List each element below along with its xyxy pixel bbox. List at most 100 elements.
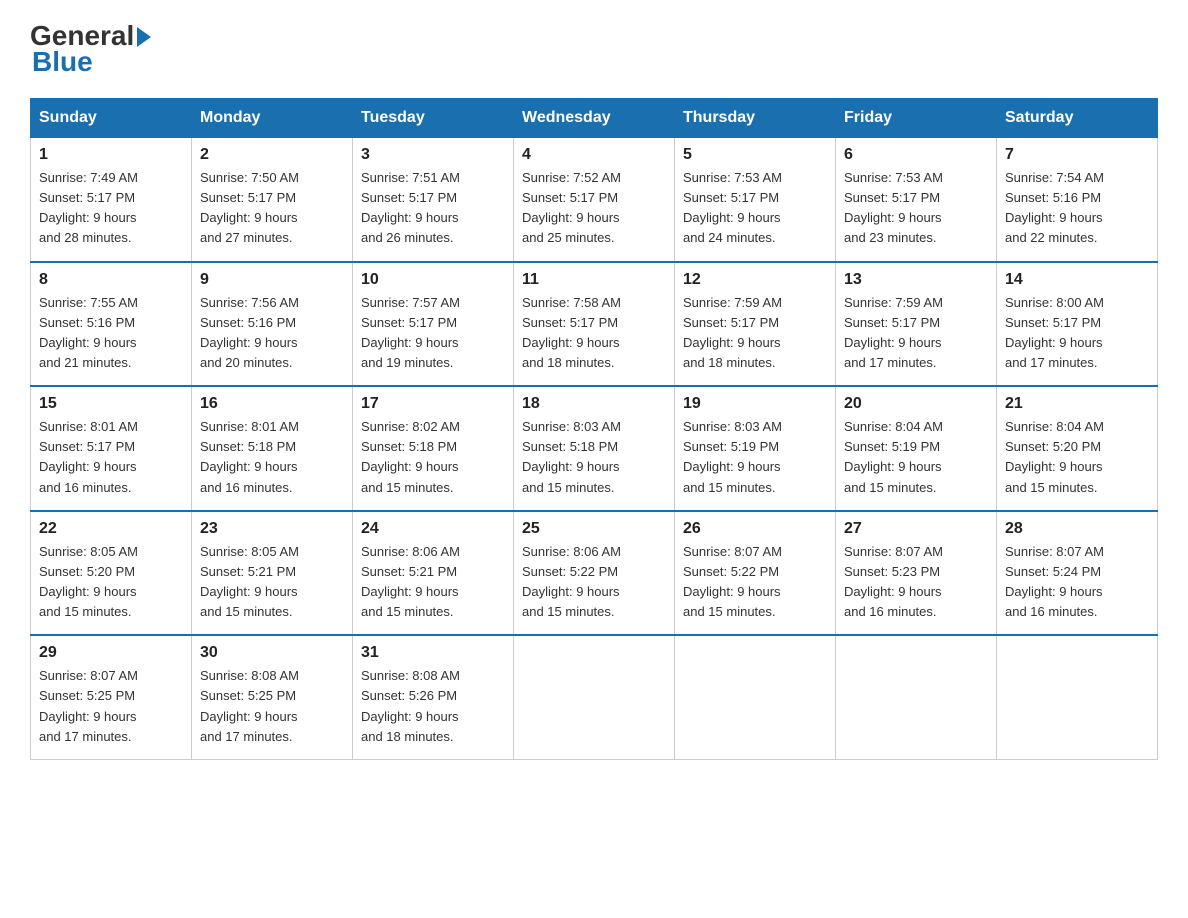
calendar-day-cell: 27 Sunrise: 8:07 AM Sunset: 5:23 PM Dayl… <box>836 511 997 636</box>
day-number: 31 <box>361 644 505 662</box>
day-number: 24 <box>361 520 505 538</box>
day-info: Sunrise: 8:07 AM Sunset: 5:22 PM Dayligh… <box>683 542 827 623</box>
calendar-day-cell: 16 Sunrise: 8:01 AM Sunset: 5:18 PM Dayl… <box>192 386 353 511</box>
calendar-day-cell: 2 Sunrise: 7:50 AM Sunset: 5:17 PM Dayli… <box>192 138 353 262</box>
calendar-week-row: 22 Sunrise: 8:05 AM Sunset: 5:20 PM Dayl… <box>31 511 1158 636</box>
logo: General Blue <box>30 20 151 78</box>
calendar-week-row: 1 Sunrise: 7:49 AM Sunset: 5:17 PM Dayli… <box>31 138 1158 262</box>
day-info: Sunrise: 8:04 AM Sunset: 5:20 PM Dayligh… <box>1005 417 1149 498</box>
calendar-day-cell: 9 Sunrise: 7:56 AM Sunset: 5:16 PM Dayli… <box>192 262 353 387</box>
calendar-day-cell: 17 Sunrise: 8:02 AM Sunset: 5:18 PM Dayl… <box>353 386 514 511</box>
day-info: Sunrise: 8:00 AM Sunset: 5:17 PM Dayligh… <box>1005 293 1149 374</box>
calendar-day-cell: 13 Sunrise: 7:59 AM Sunset: 5:17 PM Dayl… <box>836 262 997 387</box>
day-number: 16 <box>200 395 344 413</box>
day-number: 26 <box>683 520 827 538</box>
calendar-day-cell: 1 Sunrise: 7:49 AM Sunset: 5:17 PM Dayli… <box>31 138 192 262</box>
day-number: 17 <box>361 395 505 413</box>
day-number: 28 <box>1005 520 1149 538</box>
calendar-day-cell: 11 Sunrise: 7:58 AM Sunset: 5:17 PM Dayl… <box>514 262 675 387</box>
calendar-day-cell: 20 Sunrise: 8:04 AM Sunset: 5:19 PM Dayl… <box>836 386 997 511</box>
day-number: 2 <box>200 146 344 164</box>
day-of-week-header: Wednesday <box>514 99 675 138</box>
calendar-day-cell: 24 Sunrise: 8:06 AM Sunset: 5:21 PM Dayl… <box>353 511 514 636</box>
day-of-week-header: Sunday <box>31 99 192 138</box>
day-number: 7 <box>1005 146 1149 164</box>
day-of-week-header: Saturday <box>997 99 1158 138</box>
page-header: General Blue <box>30 20 1158 78</box>
calendar-day-cell: 14 Sunrise: 8:00 AM Sunset: 5:17 PM Dayl… <box>997 262 1158 387</box>
calendar-day-cell: 23 Sunrise: 8:05 AM Sunset: 5:21 PM Dayl… <box>192 511 353 636</box>
days-of-week-row: SundayMondayTuesdayWednesdayThursdayFrid… <box>31 99 1158 138</box>
day-info: Sunrise: 8:08 AM Sunset: 5:26 PM Dayligh… <box>361 666 505 747</box>
day-number: 20 <box>844 395 988 413</box>
calendar-week-row: 15 Sunrise: 8:01 AM Sunset: 5:17 PM Dayl… <box>31 386 1158 511</box>
day-number: 22 <box>39 520 183 538</box>
day-info: Sunrise: 8:07 AM Sunset: 5:24 PM Dayligh… <box>1005 542 1149 623</box>
logo-line2: Blue <box>30 46 93 78</box>
calendar-day-cell: 18 Sunrise: 8:03 AM Sunset: 5:18 PM Dayl… <box>514 386 675 511</box>
calendar-day-cell: 8 Sunrise: 7:55 AM Sunset: 5:16 PM Dayli… <box>31 262 192 387</box>
day-number: 29 <box>39 644 183 662</box>
calendar-day-cell: 6 Sunrise: 7:53 AM Sunset: 5:17 PM Dayli… <box>836 138 997 262</box>
day-number: 15 <box>39 395 183 413</box>
day-number: 19 <box>683 395 827 413</box>
day-info: Sunrise: 7:59 AM Sunset: 5:17 PM Dayligh… <box>844 293 988 374</box>
calendar-week-row: 29 Sunrise: 8:07 AM Sunset: 5:25 PM Dayl… <box>31 635 1158 759</box>
day-info: Sunrise: 8:01 AM Sunset: 5:18 PM Dayligh… <box>200 417 344 498</box>
day-number: 18 <box>522 395 666 413</box>
day-of-week-header: Friday <box>836 99 997 138</box>
day-info: Sunrise: 8:01 AM Sunset: 5:17 PM Dayligh… <box>39 417 183 498</box>
calendar-day-cell <box>997 635 1158 759</box>
logo-triangle-icon <box>137 27 151 47</box>
day-info: Sunrise: 7:53 AM Sunset: 5:17 PM Dayligh… <box>683 168 827 249</box>
calendar-day-cell: 22 Sunrise: 8:05 AM Sunset: 5:20 PM Dayl… <box>31 511 192 636</box>
day-info: Sunrise: 8:08 AM Sunset: 5:25 PM Dayligh… <box>200 666 344 747</box>
calendar-day-cell <box>836 635 997 759</box>
day-number: 23 <box>200 520 344 538</box>
day-info: Sunrise: 7:58 AM Sunset: 5:17 PM Dayligh… <box>522 293 666 374</box>
calendar-day-cell: 12 Sunrise: 7:59 AM Sunset: 5:17 PM Dayl… <box>675 262 836 387</box>
day-info: Sunrise: 7:55 AM Sunset: 5:16 PM Dayligh… <box>39 293 183 374</box>
day-number: 5 <box>683 146 827 164</box>
calendar-day-cell: 4 Sunrise: 7:52 AM Sunset: 5:17 PM Dayli… <box>514 138 675 262</box>
day-number: 4 <box>522 146 666 164</box>
day-info: Sunrise: 8:04 AM Sunset: 5:19 PM Dayligh… <box>844 417 988 498</box>
day-number: 9 <box>200 271 344 289</box>
calendar-day-cell: 3 Sunrise: 7:51 AM Sunset: 5:17 PM Dayli… <box>353 138 514 262</box>
day-info: Sunrise: 7:52 AM Sunset: 5:17 PM Dayligh… <box>522 168 666 249</box>
day-number: 6 <box>844 146 988 164</box>
day-info: Sunrise: 8:07 AM Sunset: 5:23 PM Dayligh… <box>844 542 988 623</box>
day-of-week-header: Thursday <box>675 99 836 138</box>
day-number: 10 <box>361 271 505 289</box>
calendar-day-cell: 25 Sunrise: 8:06 AM Sunset: 5:22 PM Dayl… <box>514 511 675 636</box>
calendar-day-cell: 15 Sunrise: 8:01 AM Sunset: 5:17 PM Dayl… <box>31 386 192 511</box>
day-info: Sunrise: 7:57 AM Sunset: 5:17 PM Dayligh… <box>361 293 505 374</box>
calendar-day-cell: 31 Sunrise: 8:08 AM Sunset: 5:26 PM Dayl… <box>353 635 514 759</box>
day-of-week-header: Tuesday <box>353 99 514 138</box>
day-info: Sunrise: 8:06 AM Sunset: 5:21 PM Dayligh… <box>361 542 505 623</box>
day-number: 25 <box>522 520 666 538</box>
calendar-week-row: 8 Sunrise: 7:55 AM Sunset: 5:16 PM Dayli… <box>31 262 1158 387</box>
calendar-day-cell: 5 Sunrise: 7:53 AM Sunset: 5:17 PM Dayli… <box>675 138 836 262</box>
calendar-day-cell: 28 Sunrise: 8:07 AM Sunset: 5:24 PM Dayl… <box>997 511 1158 636</box>
calendar-day-cell <box>675 635 836 759</box>
day-info: Sunrise: 8:02 AM Sunset: 5:18 PM Dayligh… <box>361 417 505 498</box>
day-number: 3 <box>361 146 505 164</box>
day-number: 21 <box>1005 395 1149 413</box>
day-number: 14 <box>1005 271 1149 289</box>
calendar-day-cell: 29 Sunrise: 8:07 AM Sunset: 5:25 PM Dayl… <box>31 635 192 759</box>
calendar-table: SundayMondayTuesdayWednesdayThursdayFrid… <box>30 98 1158 760</box>
day-info: Sunrise: 7:54 AM Sunset: 5:16 PM Dayligh… <box>1005 168 1149 249</box>
day-info: Sunrise: 7:50 AM Sunset: 5:17 PM Dayligh… <box>200 168 344 249</box>
day-info: Sunrise: 7:51 AM Sunset: 5:17 PM Dayligh… <box>361 168 505 249</box>
day-info: Sunrise: 8:05 AM Sunset: 5:20 PM Dayligh… <box>39 542 183 623</box>
day-of-week-header: Monday <box>192 99 353 138</box>
calendar-day-cell: 26 Sunrise: 8:07 AM Sunset: 5:22 PM Dayl… <box>675 511 836 636</box>
calendar-day-cell <box>514 635 675 759</box>
day-number: 12 <box>683 271 827 289</box>
day-number: 27 <box>844 520 988 538</box>
day-number: 30 <box>200 644 344 662</box>
day-number: 11 <box>522 271 666 289</box>
calendar-body: 1 Sunrise: 7:49 AM Sunset: 5:17 PM Dayli… <box>31 138 1158 760</box>
day-info: Sunrise: 8:05 AM Sunset: 5:21 PM Dayligh… <box>200 542 344 623</box>
